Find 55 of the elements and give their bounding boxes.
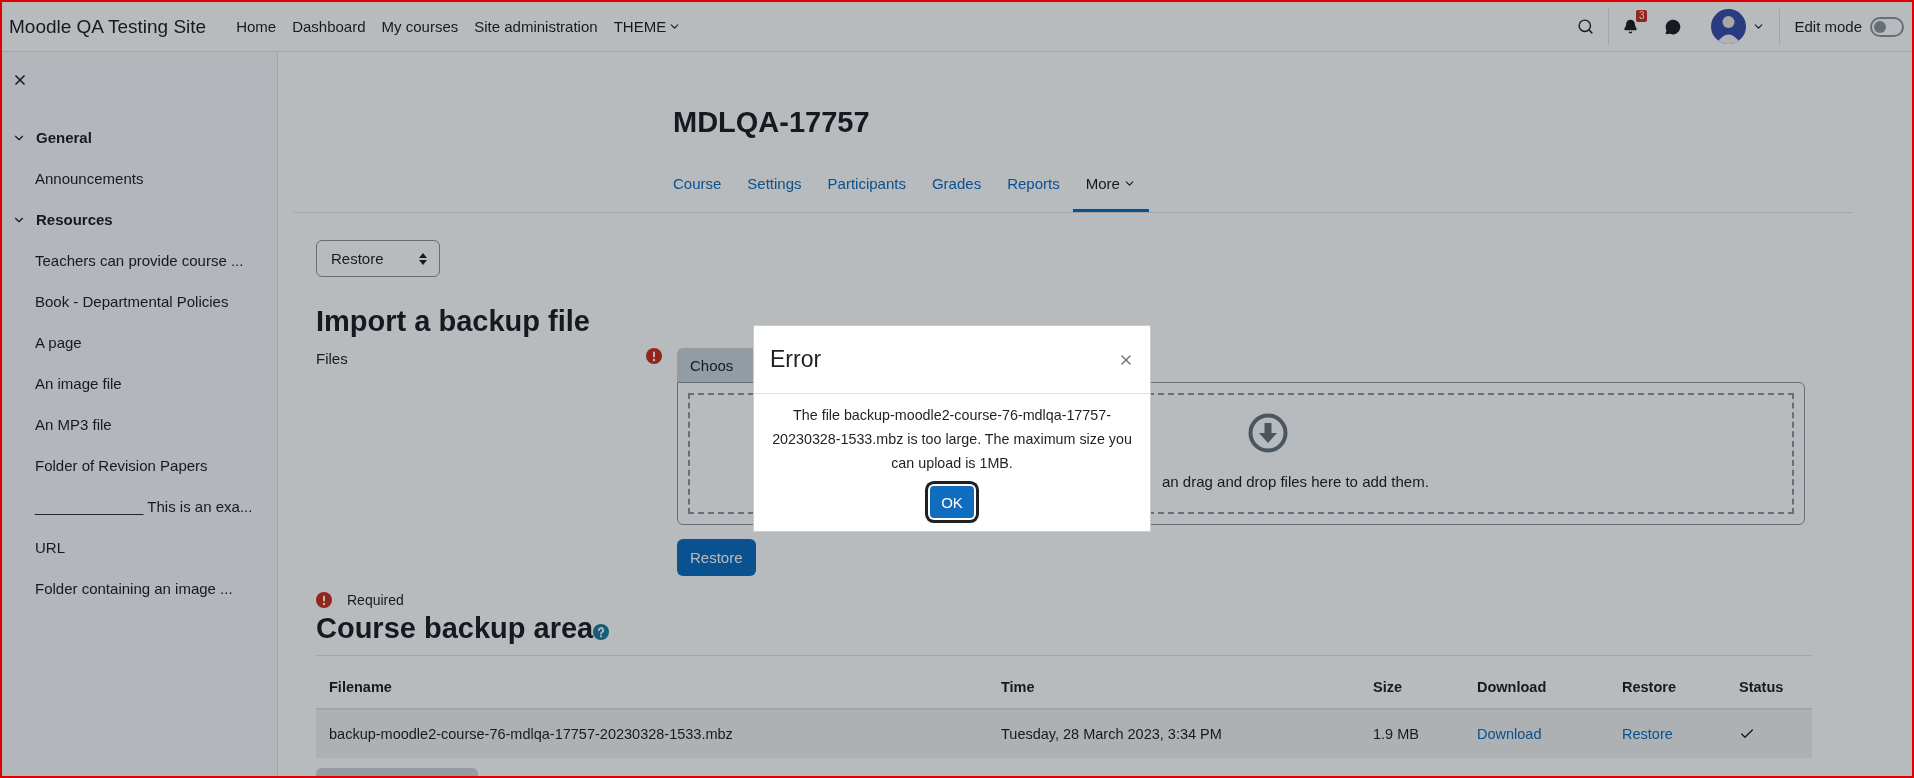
site-name[interactable]: Moodle QA Testing Site xyxy=(9,15,207,38)
nav-link[interactable]: Dashboard xyxy=(292,18,366,35)
course-tab[interactable]: Participants xyxy=(814,165,919,212)
sidebar-item[interactable]: An image file xyxy=(2,363,277,404)
sidebar-item[interactable]: Announcements xyxy=(2,158,277,199)
course-tab[interactable]: Grades xyxy=(918,165,995,212)
edit-mode-toggle[interactable] xyxy=(1870,16,1904,37)
course-tab[interactable]: More xyxy=(1072,165,1149,212)
sidebar-item[interactable]: URL xyxy=(2,527,277,568)
sidebar-item[interactable]: Teachers can provide course ... xyxy=(2,240,277,281)
close-icon[interactable] xyxy=(12,72,28,88)
section-header[interactable]: General xyxy=(2,117,277,158)
sidebar-item[interactable]: _____________ This is an exa... xyxy=(2,486,277,527)
column-header: Status xyxy=(1726,666,1812,710)
download-icon xyxy=(1248,413,1288,453)
nav-link[interactable]: Home xyxy=(236,18,277,35)
course-title: MDLQA-17757 xyxy=(673,106,871,139)
column-header: Restore xyxy=(1609,666,1726,710)
bell-icon[interactable] xyxy=(1622,19,1638,34)
sidebar-item[interactable]: Folder containing an image ... xyxy=(2,568,277,609)
help-icon[interactable] xyxy=(593,623,610,640)
download-link[interactable]: Download xyxy=(1477,726,1542,742)
restore-link[interactable]: Restore xyxy=(1622,726,1673,742)
dialog-message: The file backup-moodle2-course-76-mdlqa-17757-20230328-1533.mbz is too large. The maximum size you can upload is 1MB. xyxy=(771,406,1133,473)
edit-mode-label: Edit mode xyxy=(1794,18,1862,35)
notification-count: 3 xyxy=(1635,10,1648,22)
required-icon xyxy=(316,592,332,608)
required-note: Required xyxy=(347,592,404,608)
course-tab[interactable]: Course xyxy=(673,165,735,212)
column-header: Download xyxy=(1464,666,1609,710)
avatar[interactable] xyxy=(1711,9,1747,44)
restore-button[interactable]: Restore xyxy=(677,539,756,576)
required-icon xyxy=(646,348,662,364)
chat-icon[interactable] xyxy=(1665,18,1682,35)
course-tab[interactable]: Reports xyxy=(994,165,1073,212)
sidebar-item[interactable]: An MP3 file xyxy=(2,404,277,445)
field-label: Files xyxy=(316,349,349,369)
sidebar-item[interactable]: Book - Departmental Policies xyxy=(2,281,277,322)
column-header: Filename xyxy=(316,666,988,710)
nav-link[interactable]: Site administration xyxy=(474,18,598,35)
column-header: Size xyxy=(1360,666,1464,710)
section-heading: Course backup area xyxy=(316,612,594,645)
drop-hint: an drag and drop files here to add them. xyxy=(1162,473,1430,490)
page-select[interactable]: Restore xyxy=(316,240,440,277)
nav-link[interactable]: My courses xyxy=(381,18,459,35)
section-header[interactable]: Resources xyxy=(2,199,277,240)
dialog-title: Error xyxy=(770,346,822,373)
column-header: Time xyxy=(988,666,1360,710)
section-heading: Import a backup file xyxy=(316,305,591,338)
sidebar-item[interactable]: Folder of Revision Papers xyxy=(2,445,277,486)
sidebar-item[interactable]: A page xyxy=(2,322,277,363)
search-icon[interactable] xyxy=(1576,18,1594,35)
nav-link[interactable]: THEME xyxy=(613,18,682,35)
course-tab[interactable]: Settings xyxy=(734,165,815,212)
sort-icon xyxy=(419,252,427,265)
